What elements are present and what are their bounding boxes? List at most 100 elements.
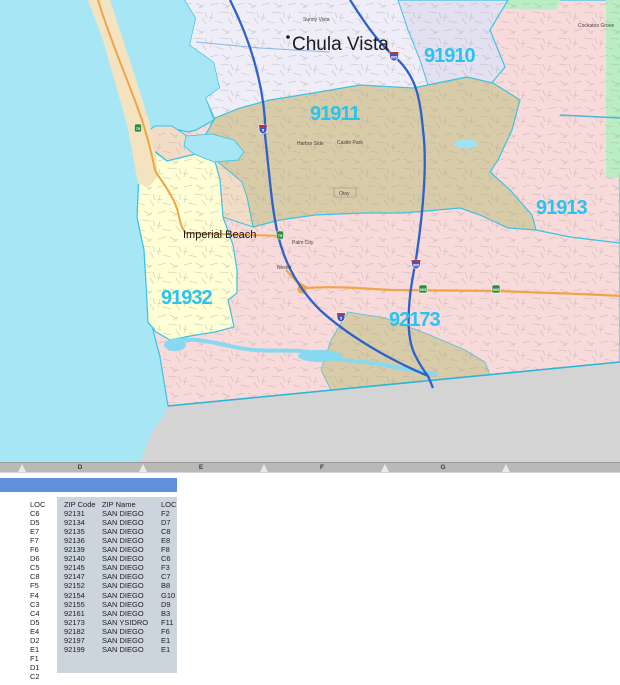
table-cell: F7 [30, 536, 39, 545]
place-label-castle-park: Castle Park [337, 140, 363, 146]
table-cell: SAN DIEGO [102, 600, 144, 609]
table-cell: E1 [161, 636, 170, 645]
town-label-imperial-beach: Imperial Beach [183, 229, 256, 241]
table-cell: D9 [161, 600, 171, 609]
marina-inlet [140, 84, 152, 98]
place-label-palm-city: Palm City [292, 240, 314, 246]
table-cell: SAN DIEGO [102, 645, 144, 654]
table-cell: 92131 [64, 509, 85, 518]
table-cell: C4 [30, 609, 40, 618]
table-cell: SAN YSIDRO [102, 618, 148, 627]
table-cell: G10 [161, 591, 175, 600]
table-cell: F11 [161, 618, 173, 627]
table-cell: 92152 [64, 581, 85, 590]
table-cell: E4 [30, 627, 39, 636]
legend-title-bar [0, 478, 177, 492]
ruler-letter-e: E [194, 463, 208, 472]
table-cell: C2 [30, 672, 40, 681]
table-row: D2 92197 SAN DIEGO E1 [0, 636, 220, 645]
table-cell: F2 [161, 509, 170, 518]
svg-text:75: 75 [136, 126, 141, 131]
table-cell: C8 [30, 572, 40, 581]
table-header-cell: ZIP Name [102, 500, 136, 509]
table-row: C2 [0, 672, 220, 681]
table-row: E792135SAN DIEGOC8 [0, 527, 220, 536]
zip-index-table: LOCZIP CodeZIP NameLOCC692131SAN DIEGOF2… [0, 500, 220, 680]
page: { "map": { "city_label": "Chula Vista", … [0, 0, 620, 685]
zip-label-91913: 91913 [536, 197, 587, 219]
table-cell: C3 [30, 600, 40, 609]
table-row: C3 92155 SAN DIEGO D9 [0, 600, 220, 609]
table-cell: SAN DIEGO [102, 581, 144, 590]
table-cell: 92155 [64, 600, 85, 609]
svg-text:905: 905 [493, 287, 500, 292]
table-cell: SAN DIEGO [102, 554, 144, 563]
table-cell: E8 [161, 536, 170, 545]
table-cell: C6 [30, 509, 40, 518]
table-cell: SAN DIEGO [102, 527, 144, 536]
table-cell: C6 [161, 554, 171, 563]
table-cell: 92199 [64, 645, 85, 654]
table-cell: SAN DIEGO [102, 518, 144, 527]
place-label-harbor-side: Harbor Side [297, 141, 324, 147]
map-column-ruler: D E F G [0, 462, 620, 473]
state-route-shield-icon: 75 [277, 231, 284, 239]
city-label-chula-vista: Chula Vista [292, 34, 389, 55]
svg-text:75: 75 [278, 233, 283, 238]
ruler-notch [260, 464, 268, 472]
table-cell: D5 [30, 618, 40, 627]
state-route-shield-icon: 905 [492, 285, 500, 293]
table-row: F692139SAN DIEGOF8 [0, 545, 220, 554]
table-cell: 92197 [64, 636, 85, 645]
table-cell: E1 [30, 645, 39, 654]
table-cell: E7 [30, 527, 39, 536]
table-cell: 92154 [64, 591, 85, 600]
state-route-shield-icon: 75 [135, 124, 142, 132]
table-header-cell: LOC [30, 500, 45, 509]
map-canvas: 5 805 805 5 75 75 905 905 Chula Vista Su… [0, 0, 620, 462]
interstate-shield-icon: 5 [337, 313, 345, 322]
table-cell: F4 [30, 591, 39, 600]
table-cell: F5 [30, 581, 39, 590]
river-basin [298, 350, 342, 362]
table-cell: 92173 [64, 618, 85, 627]
ruler-notch [502, 464, 510, 472]
place-label-nestor: Nestor [277, 265, 292, 271]
ruler-letter-g: G [436, 463, 450, 472]
table-cell: SAN DIEGO [102, 591, 144, 600]
table-cell: C5 [30, 563, 40, 572]
marina-inlet [144, 102, 156, 114]
table-cell: D2 [30, 636, 40, 645]
table-cell: SAN DIEGO [102, 536, 144, 545]
table-cell: F3 [161, 563, 170, 572]
table-row: F592152SAN DIEGOB8 [0, 581, 220, 590]
state-route-shield-icon: 905 [419, 285, 427, 293]
table-row: D5 92173 SAN YSIDRO F11 [0, 618, 220, 627]
table-row: C892147SAN DIEGOC7 [0, 572, 220, 581]
zip-label-91911: 91911 [310, 103, 360, 125]
table-cell: SAN DIEGO [102, 636, 144, 645]
ruler-notch [381, 464, 389, 472]
zip-label-92173: 92173 [389, 309, 440, 331]
place-label-cockatoo-grove: Cockatoo Grove [578, 23, 614, 29]
table-cell: E1 [161, 645, 170, 654]
zip-code-map: 5 805 805 5 75 75 905 905 Chula Vista Su… [0, 0, 620, 462]
table-cell: SAN DIEGO [102, 545, 144, 554]
table-cell: SAN DIEGO [102, 563, 144, 572]
table-cell: B3 [161, 609, 170, 618]
table-cell: SAN DIEGO [102, 509, 144, 518]
table-cell: F6 [30, 545, 39, 554]
table-row: C6 92131 SAN DIEGO F2 [0, 509, 220, 518]
place-label-sunny-vista: Sunny Vista [303, 17, 330, 23]
table-cell: C7 [161, 572, 171, 581]
zip-label-91910: 91910 [424, 45, 475, 67]
interstate-shield-icon: 805 [390, 52, 399, 61]
table-row: E492182SAN DIEGOF6 [0, 627, 220, 636]
table-header-cell: LOC [161, 500, 176, 509]
table-cell: 92182 [64, 627, 85, 636]
table-cell: D1 [30, 663, 40, 672]
table-cell: C8 [161, 527, 171, 536]
table-cell: SAN DIEGO [102, 572, 144, 581]
table-cell: 92139 [64, 545, 85, 554]
interstate-shield-icon: 5 [259, 125, 267, 134]
